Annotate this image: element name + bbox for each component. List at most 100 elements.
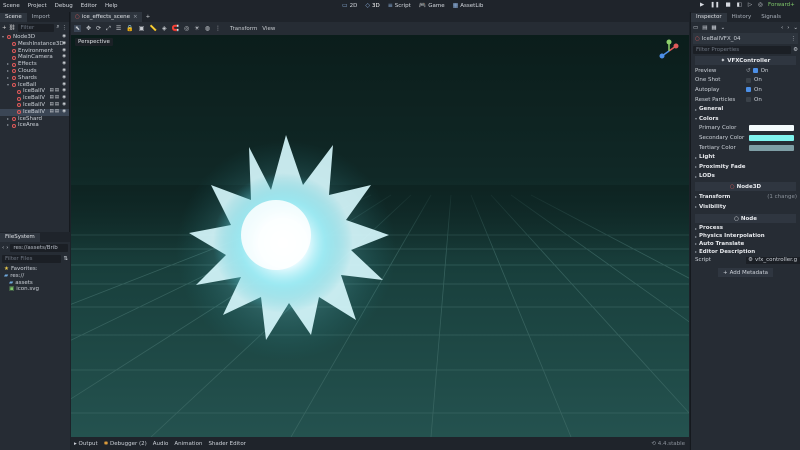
bottom-tab-shader-editor[interactable]: Shader Editor xyxy=(208,441,246,447)
stop-icon[interactable]: ■ xyxy=(725,2,730,8)
color-swatch[interactable] xyxy=(749,144,794,151)
ruler-icon[interactable]: 📏 xyxy=(149,25,156,32)
environment-icon[interactable]: ◍ xyxy=(205,25,210,32)
script-attached-icon[interactable]: ▤▤ xyxy=(49,109,60,116)
tree-item[interactable]: ▾ Node3D ◉ xyxy=(0,34,69,41)
tab-inspector[interactable]: Inspector xyxy=(691,13,727,22)
object-menu-icon[interactable]: ⋮ xyxy=(791,36,797,42)
tab-import[interactable]: Import xyxy=(27,13,55,22)
resource-menu-icon[interactable]: ⌄ xyxy=(721,25,726,31)
rotate-tool-icon[interactable]: ⟳ xyxy=(96,25,101,32)
link-icon[interactable]: ⛓ xyxy=(9,25,16,31)
filesystem-item[interactable]: ★ Favorites: xyxy=(0,266,70,273)
bottom-tab-audio[interactable]: Audio xyxy=(153,441,169,447)
bottom-tab-output[interactable]: ▸ Output xyxy=(74,441,98,447)
color-swatch[interactable] xyxy=(749,125,794,132)
property-checkbox[interactable]: On xyxy=(746,97,762,103)
remote-debug-icon[interactable]: ◧ xyxy=(737,2,742,8)
new-scene-tab-icon[interactable]: + xyxy=(146,14,151,20)
tree-item[interactable]: IceBallV ▤▤ ◉ xyxy=(0,108,69,116)
tree-item[interactable]: MeshInstance3D ◉ xyxy=(0,41,69,48)
property-checkbox[interactable]: ↺ On xyxy=(746,68,768,74)
menu-debug[interactable]: Debug xyxy=(55,3,73,9)
visibility-eye-icon[interactable]: ◉ xyxy=(62,102,66,109)
play-icon[interactable]: ▶ xyxy=(700,2,704,8)
color-swatch[interactable] xyxy=(749,134,794,141)
workspace-script[interactable]: ≡ Script xyxy=(388,2,411,9)
visibility-eye-icon[interactable]: ◉ xyxy=(62,41,66,48)
play-scene-icon[interactable]: ▷ xyxy=(748,2,752,8)
visibility-eye-icon[interactable]: ◉ xyxy=(62,95,66,102)
sun-icon[interactable]: ☀ xyxy=(194,25,199,32)
history-forward-icon[interactable]: › xyxy=(787,25,789,31)
new-resource-icon[interactable]: ▭ xyxy=(693,25,698,31)
menu-transform[interactable]: Transform xyxy=(230,26,257,32)
visibility-eye-icon[interactable]: ◉ xyxy=(62,68,66,75)
property-checkbox[interactable]: On xyxy=(746,87,762,93)
search-icon[interactable]: ⌕ xyxy=(56,24,59,31)
camera-preview-icon[interactable]: ◎ xyxy=(184,25,189,32)
save-resource-icon[interactable]: ▦ xyxy=(711,25,716,31)
visibility-eye-icon[interactable]: ◉ xyxy=(62,82,66,89)
tree-item[interactable]: ▸ Effects ◉ xyxy=(0,61,69,68)
menu-view[interactable]: View xyxy=(262,26,275,32)
renderer-select[interactable]: Forward+ xyxy=(768,2,795,8)
add-node-icon[interactable]: + xyxy=(2,25,7,31)
add-metadata-button[interactable]: + Add Metadata xyxy=(717,268,774,278)
tree-item[interactable]: ▸ Shards ◉ xyxy=(0,75,69,82)
tree-item[interactable]: ▸ IceArea xyxy=(0,122,69,129)
local-space-icon[interactable]: ◈ xyxy=(162,25,167,32)
path-field[interactable]: res://assets/Brib xyxy=(10,243,68,252)
group-light[interactable]: ▸ Light xyxy=(691,152,800,162)
menu-project[interactable]: Project xyxy=(28,3,47,9)
menu-icon[interactable]: ⋮ xyxy=(62,25,68,31)
group-physics-interpolation[interactable]: ▸ Physics Interpolation xyxy=(691,232,800,240)
list-select-icon[interactable]: ☰ xyxy=(116,25,121,32)
group-colors[interactable]: ▾ Colors xyxy=(691,114,800,124)
object-selector[interactable]: ○ IceBallVFX_04 ⋮ xyxy=(693,33,798,44)
forward-icon[interactable]: › xyxy=(6,245,8,251)
tab-scene[interactable]: Scene xyxy=(0,13,27,22)
group-process[interactable]: ▸ Process xyxy=(691,224,800,232)
group-icon[interactable]: ▣ xyxy=(139,25,145,32)
sort-icon[interactable]: ⇅ xyxy=(63,256,68,262)
tree-item[interactable]: IceBallV ▤▤ ◉ xyxy=(0,88,69,95)
3d-scene-view[interactable]: Perspective xyxy=(71,35,689,437)
filesystem-item[interactable]: ▣ icon.svg xyxy=(0,286,70,293)
workspace-2d[interactable]: ▭ 2D xyxy=(342,2,357,9)
property-checkbox[interactable]: On xyxy=(746,77,762,83)
bottom-tab-debugger[interactable]: ✱ Debugger (2) xyxy=(104,441,147,447)
script-attached-icon[interactable]: ▤▤ xyxy=(49,88,60,95)
lock-icon[interactable]: 🔒 xyxy=(126,25,133,32)
menu-help[interactable]: Help xyxy=(105,3,118,9)
tab-filesystem[interactable]: FileSystem xyxy=(0,233,40,242)
menu-editor[interactable]: Editor xyxy=(81,3,97,9)
group-lods[interactable]: ▸ LODs xyxy=(691,172,800,182)
script-attached-icon[interactable]: ▤▤ xyxy=(49,102,60,109)
filesystem-item[interactable]: ▰ res:// xyxy=(0,273,70,280)
more-icon[interactable]: ⋮ xyxy=(215,25,221,32)
tree-item[interactable]: ▾ IceBall ◉ xyxy=(0,82,69,89)
group-proximity-fade[interactable]: ▸ Proximity Fade xyxy=(691,162,800,172)
visibility-eye-icon[interactable]: ◉ xyxy=(62,34,66,41)
filesystem-filter-input[interactable]: Filter Files xyxy=(2,254,62,263)
close-icon[interactable]: × xyxy=(133,14,138,20)
bottom-tab-animation[interactable]: Animation xyxy=(174,441,202,447)
select-tool-icon[interactable]: ⬉ xyxy=(74,25,82,32)
group-transform[interactable]: ▸ Transform (1 change) xyxy=(691,192,800,202)
group-general[interactable]: ▸ General xyxy=(691,104,800,114)
history-back-icon[interactable]: ‹ xyxy=(781,25,783,31)
group-auto-translate[interactable]: ▸ Auto Translate xyxy=(691,240,800,248)
script-field[interactable]: ⚙ vfx_controller.g ⌄ xyxy=(746,256,800,264)
move-tool-icon[interactable]: ✥ xyxy=(86,25,91,32)
history-list-icon[interactable]: ⌄ xyxy=(793,25,798,31)
visibility-eye-icon[interactable]: ◉ xyxy=(62,109,66,116)
inspector-filter-input[interactable]: Filter Properties xyxy=(693,45,792,54)
scale-tool-icon[interactable]: ⤢ xyxy=(106,25,111,33)
tab-signals[interactable]: Signals xyxy=(756,13,786,22)
visibility-eye-icon[interactable]: ◉ xyxy=(62,88,66,95)
tree-item[interactable]: MainCamera ◉ xyxy=(0,54,69,61)
snap-icon[interactable]: 🧲 xyxy=(172,25,179,32)
tab-history[interactable]: History xyxy=(727,13,757,22)
tree-item[interactable]: IceBallV ▤▤ ◉ xyxy=(0,102,69,109)
